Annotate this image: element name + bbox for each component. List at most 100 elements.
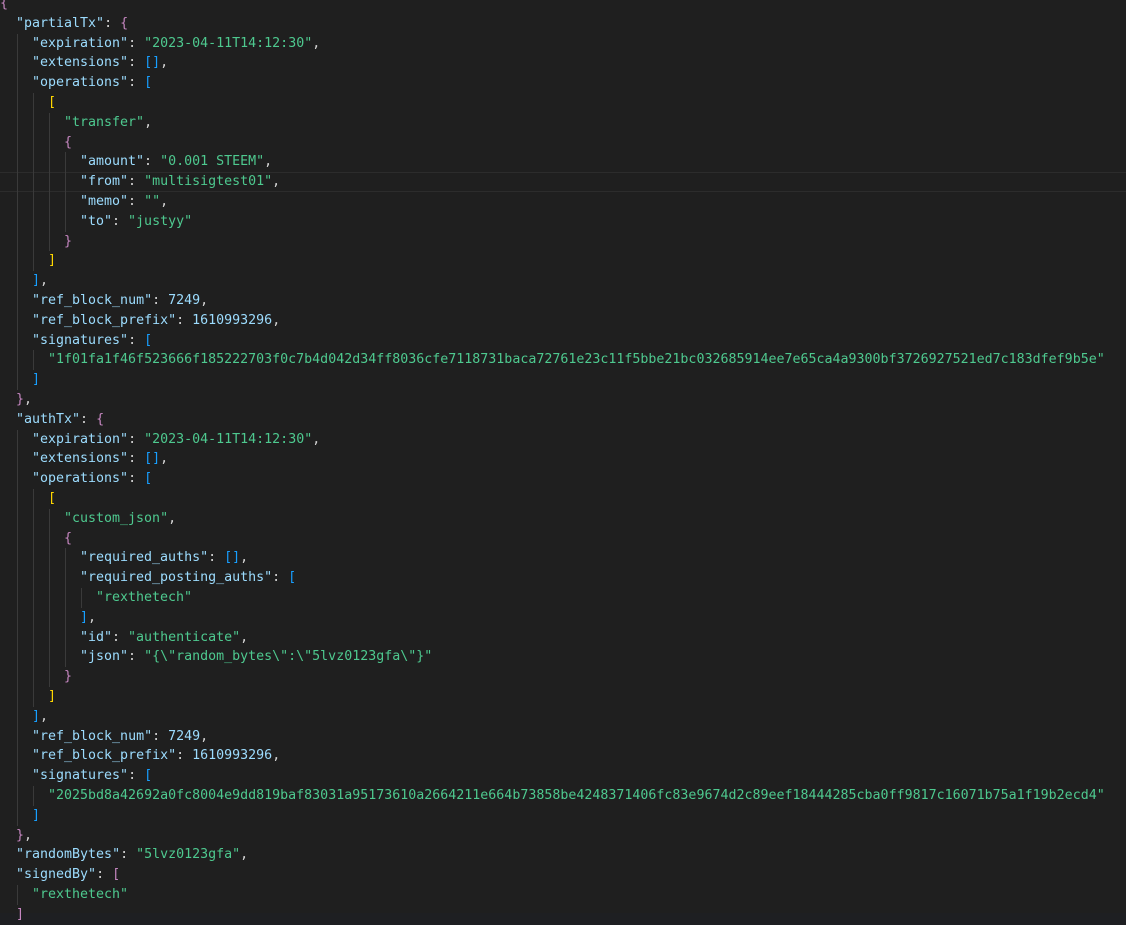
code-line[interactable]: "expiration": "2023-04-11T14:12:30", — [32, 430, 320, 450]
code-line[interactable]: { — [64, 529, 72, 549]
code-token: , — [272, 312, 281, 328]
code-line[interactable]: ] — [32, 806, 40, 826]
code-line[interactable]: "1f01fa1f46f523666f185222703f0c7b4d042d3… — [48, 350, 1105, 370]
code-token: , — [160, 55, 169, 71]
code-line[interactable]: "operations": [ — [32, 73, 152, 93]
indent-guide — [33, 93, 34, 272]
code-token: "signedBy" — [16, 867, 97, 883]
code-line[interactable]: ], — [80, 608, 96, 628]
indent-guide — [49, 508, 50, 687]
code-line[interactable]: "ref_block_num": 7249, — [32, 727, 208, 747]
code-line[interactable]: ] — [32, 370, 40, 390]
code-line[interactable]: "randomBytes": "5lvz0123gfa", — [16, 845, 248, 865]
code-line[interactable]: ] — [48, 251, 56, 271]
code-line[interactable]: ], — [32, 707, 48, 727]
code-line[interactable]: "expiration": "2023-04-11T14:12:30", — [32, 34, 320, 54]
code-token: , — [40, 273, 49, 289]
code-line[interactable]: { — [0, 0, 8, 14]
code-token: : — [128, 55, 145, 71]
indent-guide — [17, 33, 18, 390]
code-line[interactable]: "operations": [ — [32, 469, 152, 489]
code-line[interactable]: "id": "authenticate", — [80, 628, 248, 648]
code-token: "multisigtest01" — [144, 174, 273, 190]
indent-guide — [49, 112, 50, 252]
code-token: : — [112, 629, 129, 645]
code-line[interactable]: ], — [32, 271, 48, 291]
code-token: "ref_block_num" — [32, 293, 153, 308]
code-token: : — [128, 75, 145, 91]
code-line[interactable]: "partialTx": { — [16, 14, 128, 34]
code-token: } — [16, 827, 25, 843]
code-line[interactable]: } — [64, 232, 72, 252]
code-token: "required_posting_auths" — [80, 570, 273, 586]
code-line[interactable]: "ref_block_prefix": 1610993296, — [32, 311, 280, 331]
code-line[interactable]: ] — [16, 905, 24, 925]
code-line[interactable]: [ — [48, 489, 56, 509]
code-line[interactable]: "required_posting_auths": [ — [80, 568, 296, 588]
code-line[interactable]: }, — [16, 826, 32, 846]
code-line[interactable]: "from": "multisigtest01", — [0, 172, 1126, 192]
code-token: "authenticate" — [128, 629, 241, 645]
code-line[interactable]: "signatures": [ — [32, 331, 152, 351]
code-token: : — [104, 15, 121, 31]
code-token: : — [128, 194, 145, 209]
code-line[interactable]: "extensions": [], — [32, 449, 168, 469]
code-line[interactable]: "transfer", — [64, 113, 152, 133]
code-token: "1f01fa1f46f523666f185222703f0c7b4d042d3… — [48, 352, 1105, 368]
code-line[interactable]: "rexthetech" — [96, 588, 192, 608]
code-line[interactable]: "required_auths": [], — [80, 548, 248, 568]
code-token: : — [128, 174, 145, 190]
code-line[interactable]: "to": "justyy" — [80, 212, 192, 232]
code-line[interactable]: "2025bd8a42692a0fc8004e9dd819baf83031a95… — [48, 786, 1105, 806]
code-token: "justyy" — [128, 213, 193, 229]
code-line[interactable]: "ref_block_prefix": 1610993296, — [32, 746, 280, 766]
code-token: ] — [32, 807, 41, 823]
code-token: : — [272, 570, 289, 586]
code-token: : — [128, 431, 145, 447]
code-token: "randomBytes" — [16, 847, 121, 863]
code-line[interactable]: "signedBy": [ — [16, 865, 120, 885]
code-token: "extensions" — [32, 451, 129, 467]
code-token: "json" — [80, 649, 129, 665]
code-line[interactable]: "memo": "", — [80, 192, 168, 212]
code-token: ] — [32, 708, 41, 724]
code-line[interactable]: "signatures": [ — [32, 766, 152, 786]
code-token: "extensions" — [32, 55, 129, 71]
code-token: : — [80, 411, 97, 427]
code-line[interactable]: "json": "{\"random_bytes\":\"5lvz0123gfa… — [80, 647, 432, 667]
code-line[interactable]: [ — [48, 93, 56, 113]
code-token: , — [200, 293, 209, 308]
code-token: [ — [288, 570, 297, 586]
indent-guide — [17, 885, 18, 905]
code-token: , — [264, 154, 273, 170]
code-token: } — [64, 233, 73, 249]
code-token: "ref_block_prefix" — [32, 748, 177, 764]
code-token: "rexthetech" — [96, 590, 193, 605]
code-token: "5lvz0123gfa" — [136, 847, 241, 863]
code-line[interactable]: }, — [16, 390, 32, 410]
code-token: [] — [144, 451, 161, 467]
code-token: , — [40, 708, 49, 724]
code-token: ] — [32, 273, 41, 289]
code-token: : — [128, 451, 145, 467]
code-token: , — [88, 609, 97, 625]
code-token: ] — [16, 906, 25, 922]
code-token: , — [272, 174, 281, 190]
code-line[interactable]: } — [64, 667, 72, 687]
code-line[interactable]: "extensions": [], — [32, 53, 168, 73]
code-line[interactable]: "ref_block_num": 7249, — [32, 291, 208, 311]
code-token: , — [144, 114, 153, 130]
code-line[interactable]: { — [64, 133, 72, 153]
code-line[interactable]: ] — [48, 687, 56, 707]
code-line[interactable]: "custom_json", — [64, 509, 176, 529]
code-token: [ — [112, 867, 121, 883]
code-editor[interactable]: {"partialTx": {"expiration": "2023-04-11… — [0, 0, 1126, 922]
code-token: "ref_block_prefix" — [32, 312, 177, 328]
code-line[interactable]: "rexthetech" — [32, 885, 128, 905]
code-line[interactable]: "authTx": { — [16, 410, 104, 430]
code-line[interactable]: "amount": "0.001 STEEM", — [80, 152, 272, 172]
code-token: : — [152, 293, 169, 308]
code-token: 7249 — [168, 728, 201, 744]
code-token: , — [24, 827, 33, 843]
code-token: , — [240, 629, 249, 645]
